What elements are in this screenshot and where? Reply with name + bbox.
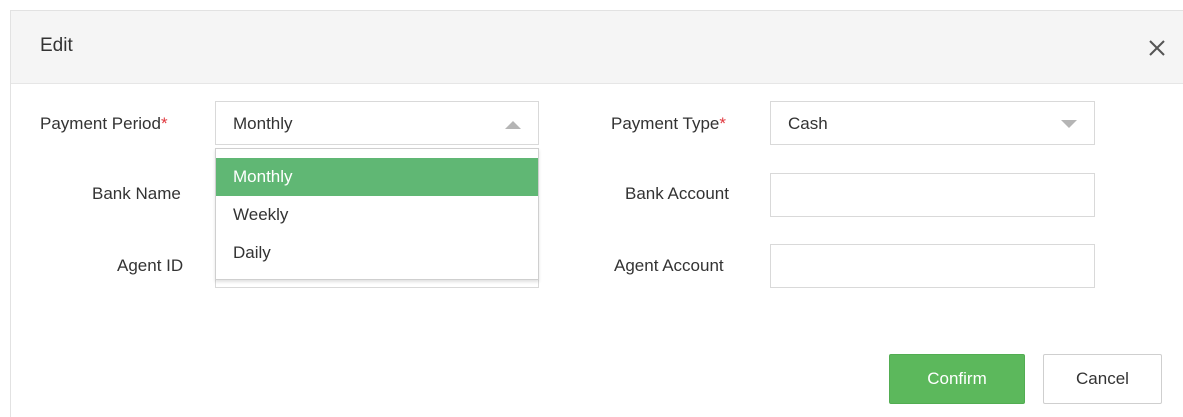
chevron-down-icon [1061,120,1077,128]
dropdown-option-monthly[interactable]: Monthly [216,158,538,196]
payment-type-select[interactable]: Cash [770,101,1095,145]
payment-type-value: Cash [788,114,828,133]
required-mark: * [719,114,726,133]
payment-period-label: Payment Period* [40,114,168,133]
close-icon[interactable] [1144,35,1170,61]
bank-account-label: Bank Account [625,184,729,203]
dialog-title: Edit [40,35,73,56]
agent-id-label: Agent ID [117,256,184,275]
required-mark: * [160,114,168,133]
payment-period-select[interactable]: Monthly [215,101,539,145]
confirm-button[interactable]: Confirm [889,354,1025,404]
chevron-up-icon [505,121,521,129]
bank-account-input[interactable] [770,173,1095,217]
agent-account-input[interactable] [770,244,1095,288]
dialog-header: Edit [11,11,1183,84]
edit-dialog: Edit Payment Period* Monthly Payment Typ… [10,10,1183,417]
dropdown-option-weekly[interactable]: Weekly [216,196,538,234]
dropdown-option-daily[interactable]: Daily [216,234,538,272]
payment-type-label: Payment Type* [611,114,726,133]
cancel-button[interactable]: Cancel [1043,354,1162,404]
bank-name-label: Bank Name [92,184,181,203]
payment-period-dropdown: Monthly Weekly Daily [215,148,539,280]
payment-period-value: Monthly [233,114,293,133]
agent-account-label: Agent Account [614,256,724,275]
